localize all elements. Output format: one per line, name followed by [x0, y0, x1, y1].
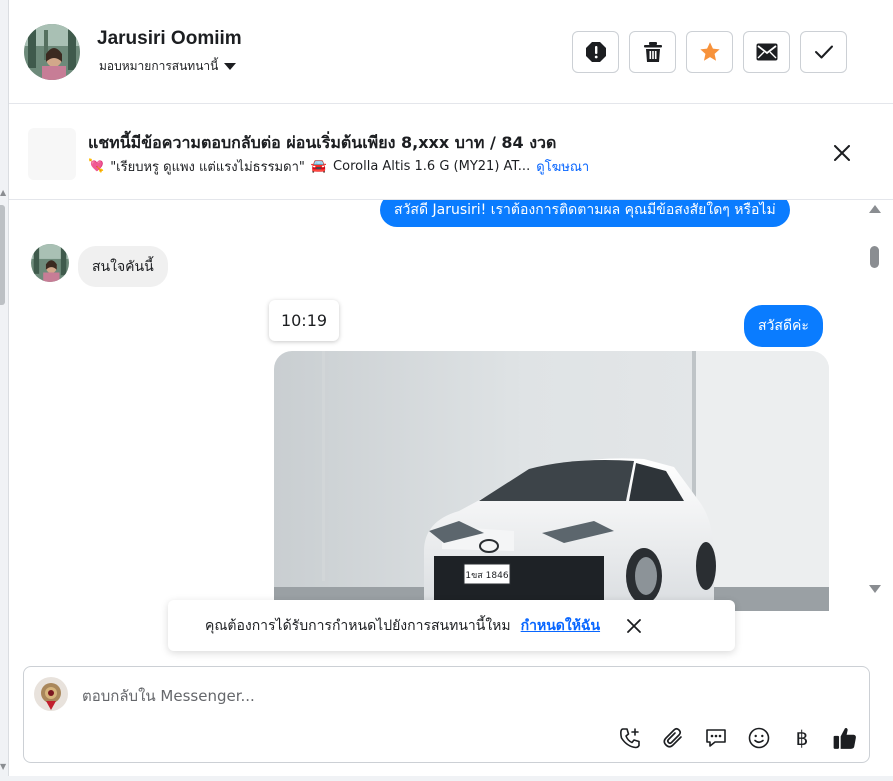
assign-prompt-toast: คุณต้องการได้รับการกำหนดไปยังการสนทนานี้…	[168, 600, 735, 651]
caret-down-icon	[224, 63, 237, 70]
trash-icon	[643, 42, 662, 62]
car-image-attachment[interactable]: 1ขส 1846	[274, 351, 829, 611]
contact-avatar[interactable]	[24, 24, 80, 80]
conversation-header: Jarusiri Oomiim มอบหมายการสนทนานี้	[9, 0, 893, 104]
ad-meta: 💘 "เรียบหรู ดูแพง แต่แรงไม่ธรรมดา" 🚘 Cor…	[88, 156, 589, 177]
incoming-message[interactable]: สนใจคันนี้	[78, 246, 168, 287]
done-button[interactable]	[800, 31, 847, 73]
check-icon	[814, 45, 833, 59]
payment-button[interactable]: ฿	[786, 723, 818, 753]
scrollbar-thumb[interactable]	[870, 246, 879, 268]
ad-thumbnail	[28, 128, 76, 180]
thread-scrollbar[interactable]	[866, 200, 884, 600]
call-add-button[interactable]	[614, 723, 646, 753]
left-scrollbar-thumb[interactable]	[0, 205, 5, 305]
view-ad-link[interactable]: ดูโฆษณา	[536, 156, 589, 177]
composer-tools: ฿	[614, 723, 861, 753]
star-button[interactable]	[686, 31, 733, 73]
timestamp-tooltip: 10:19	[269, 300, 339, 341]
timestamp-text: 10:19	[280, 311, 328, 330]
report-button[interactable]	[572, 31, 619, 73]
assign-conversation-dropdown[interactable]: มอบหมายการสนทนานี้	[99, 57, 237, 76]
message-text: สนใจคันนี้	[92, 258, 154, 275]
assign-label: มอบหมายการสนทนานี้	[99, 59, 219, 73]
left-panel-edge: ▲ ▼	[0, 0, 9, 781]
alert-icon	[585, 42, 606, 62]
delete-button[interactable]	[629, 31, 676, 73]
contact-name: Jarusiri Oomiim	[97, 28, 242, 49]
phone-plus-icon	[620, 728, 640, 749]
outgoing-message[interactable]: สวัสดีค่ะ	[744, 305, 823, 347]
baht-icon: ฿	[795, 726, 809, 750]
scroll-down-icon[interactable]	[869, 585, 881, 593]
outgoing-message[interactable]: สวัสดี Jarusiri! เราต้องการติดตามผล คุณม…	[380, 200, 790, 227]
paperclip-icon	[663, 727, 682, 748]
star-icon	[699, 42, 720, 61]
ad-model: Corolla Altis 1.6 G (MY21) AT...	[333, 159, 531, 174]
like-button[interactable]	[829, 723, 861, 753]
bottom-edge	[0, 776, 893, 781]
ad-tagline: "เรียบหรู ดูแพง แต่แรงไม่ธรรมดา"	[110, 160, 305, 175]
heart-emoji-icon: 💘	[88, 159, 105, 174]
close-icon	[834, 145, 850, 161]
smiley-icon	[748, 727, 770, 749]
assign-to-me-link[interactable]: กำหนดให้ฉัน	[521, 615, 600, 637]
scroll-down-arrow-icon[interactable]: ▼	[0, 762, 6, 771]
message-text: สวัสดี Jarusiri! เราต้องการติดตามผล คุณม…	[394, 202, 776, 218]
assign-prompt-text: คุณต้องการได้รับการกำหนดไปยังการสนทนานี้…	[205, 617, 511, 634]
mail-button[interactable]	[743, 31, 790, 73]
car-emoji-icon: 🚘	[310, 159, 328, 174]
scroll-up-icon[interactable]	[869, 205, 881, 213]
attach-button[interactable]	[657, 723, 689, 753]
close-toast-button[interactable]	[624, 616, 644, 636]
conversation-panel: Jarusiri Oomiim มอบหมายการสนทนานี้ แชทนี…	[9, 0, 893, 781]
message-text: สวัสดีค่ะ	[758, 318, 809, 334]
close-icon	[627, 618, 641, 633]
message-thread[interactable]: สวัสดี Jarusiri! เราต้องการติดตามผล คุณม…	[9, 200, 893, 660]
header-actions	[572, 31, 847, 73]
reply-composer: ฿	[23, 666, 870, 763]
thumbs-up-icon	[833, 727, 856, 749]
page-avatar	[34, 677, 68, 711]
license-plate-text: 1ขส 1846	[465, 571, 508, 581]
reply-input[interactable]	[82, 683, 842, 709]
emoji-button[interactable]	[743, 723, 775, 753]
ad-title: แชทนี้มีข้อความตอบกลับต่อ ผ่อนเริ่มต้นเพ…	[88, 133, 557, 152]
envelope-icon	[756, 43, 777, 61]
contact-avatar-small[interactable]	[31, 244, 69, 282]
saved-replies-button[interactable]	[700, 723, 732, 753]
close-banner-button[interactable]	[829, 140, 855, 166]
ad-reply-banner: แชทนี้มีข้อความตอบกลับต่อ ผ่อนเริ่มต้นเพ…	[9, 104, 893, 200]
scroll-up-arrow-icon[interactable]: ▲	[0, 188, 6, 197]
chat-bubble-icon	[706, 729, 726, 747]
